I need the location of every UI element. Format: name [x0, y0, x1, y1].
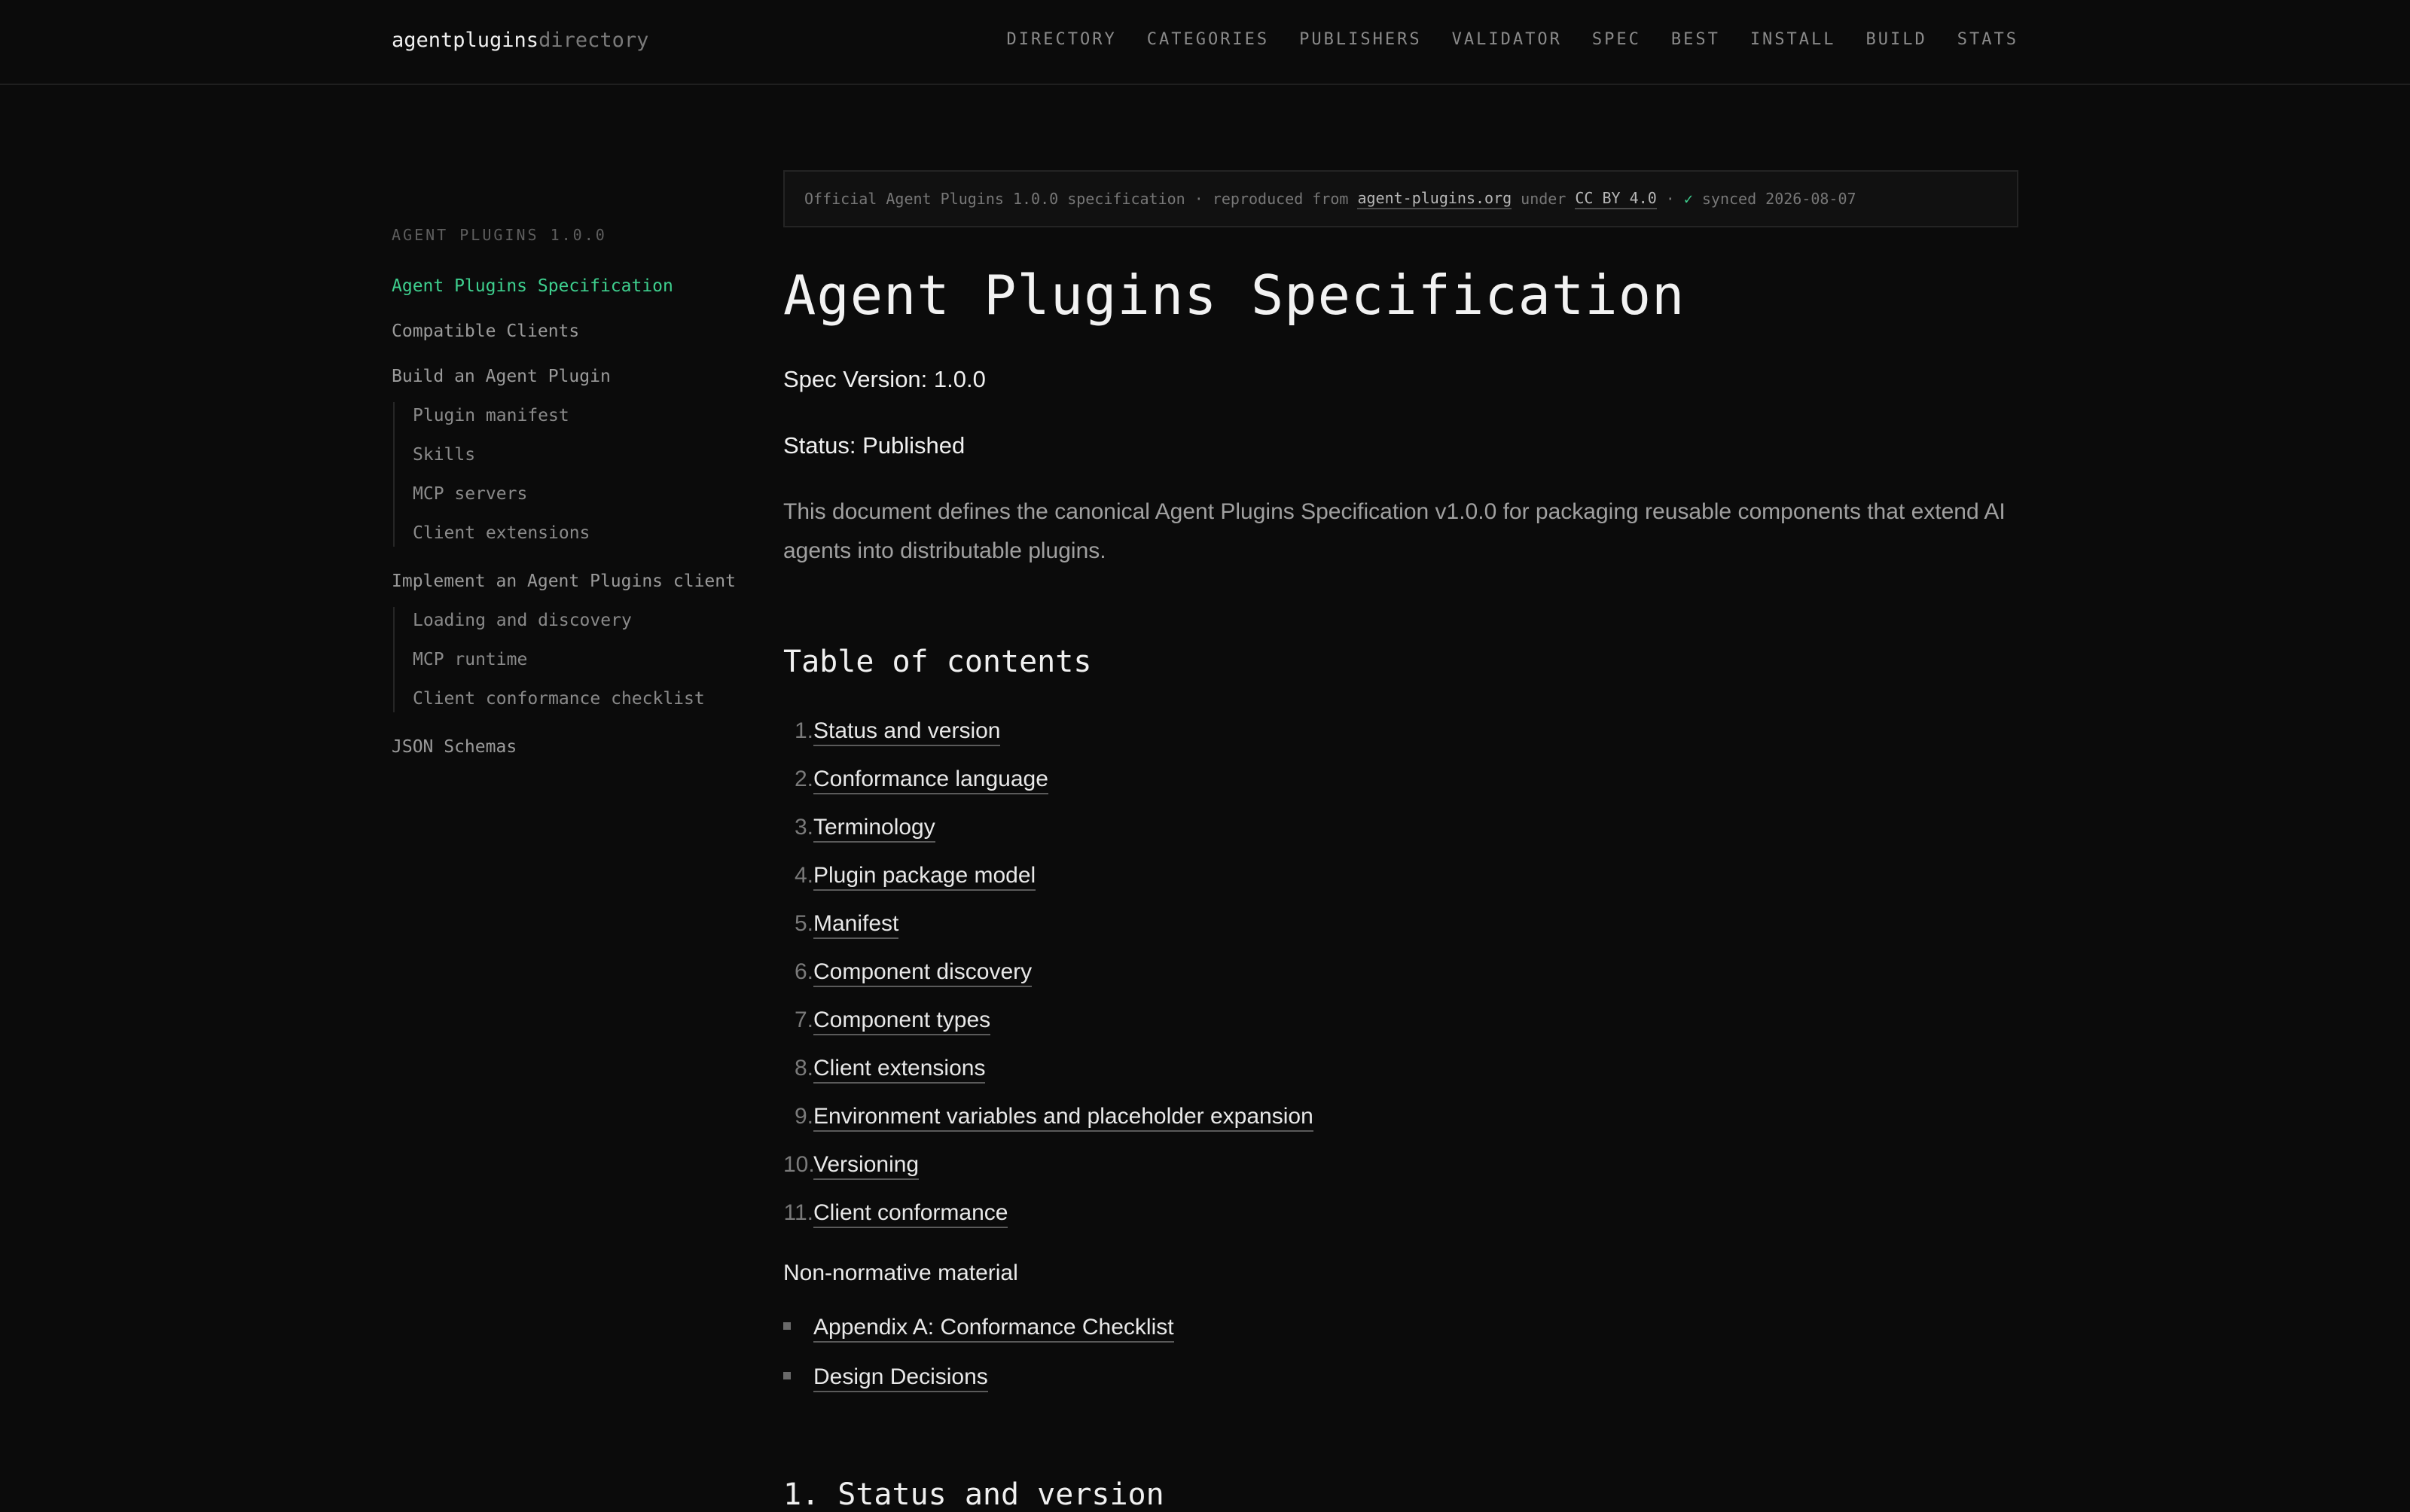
notice-prefix: Official Agent Plugins 1.0.0 specificati…: [804, 190, 1349, 208]
brand-primary: agentplugins: [392, 29, 539, 52]
docs-sidebar: AGENT PLUGINS 1.0.0 Agent Plugins Specif…: [392, 226, 738, 779]
notice-under: under: [1521, 190, 1566, 208]
sidebar-item-build[interactable]: Build an Agent Plugin: [392, 363, 738, 390]
sidebar-heading: AGENT PLUGINS 1.0.0: [392, 226, 607, 244]
toc-link-versioning[interactable]: Versioning: [813, 1152, 920, 1180]
intro-paragraph: This document defines the canonical Agen…: [783, 499, 2006, 563]
section-heading-status-version: 1. Status and version: [783, 1477, 1164, 1512]
toc-item: 9. Environment variables and placeholder …: [783, 1104, 2018, 1152]
nav-directory[interactable]: DIRECTORY: [1007, 30, 1117, 49]
spec-notice-banner: Official Agent Plugins 1.0.0 specificati…: [783, 170, 2018, 227]
toc-item: 2. Conformance language: [783, 767, 2018, 815]
toc-number: 5.: [794, 911, 813, 936]
toc-number: 11.: [783, 1200, 813, 1225]
sidebar-item-compatible-clients[interactable]: Compatible Clients: [392, 318, 738, 345]
bullet-square-icon: [783, 1372, 813, 1384]
toc-link-environment-variables[interactable]: Environment variables and placeholder ex…: [813, 1104, 1313, 1132]
nav-stats[interactable]: STATS: [1957, 30, 2018, 49]
toc-item: 1. Status and version: [783, 718, 2018, 767]
check-icon: ✓: [1683, 190, 1693, 208]
nav-best[interactable]: BEST: [1671, 30, 1720, 49]
nav-build[interactable]: BUILD: [1866, 30, 1927, 49]
toc-link-component-discovery[interactable]: Component discovery: [813, 959, 1033, 987]
toc-number: 9.: [794, 1104, 813, 1129]
toc-number: 4.: [794, 863, 813, 888]
toc-link-conformance-language[interactable]: Conformance language: [813, 767, 1048, 794]
sidebar-item-client-extensions[interactable]: Client extensions: [413, 520, 738, 547]
nav-publishers[interactable]: PUBLISHERS: [1299, 30, 1421, 49]
appendix-list: Appendix A: Conformance Checklist Design…: [783, 1315, 2018, 1414]
nav-spec[interactable]: SPEC: [1592, 30, 1641, 49]
toc-link-terminology[interactable]: Terminology: [813, 815, 935, 843]
sidebar-item-conformance-checklist[interactable]: Client conformance checklist: [413, 685, 738, 712]
toc-number: 7.: [794, 1007, 813, 1032]
spec-status: Status: Published: [783, 432, 966, 459]
sidebar-group-implement: Loading and discovery MCP runtime Client…: [393, 607, 738, 712]
sidebar-group-build: Plugin manifest Skills MCP servers Clien…: [393, 402, 738, 547]
toc-item: 8. Client extensions: [783, 1056, 2018, 1104]
toc-item: 6. Component discovery: [783, 959, 2018, 1007]
non-normative-heading: Non-normative material: [783, 1261, 1018, 1285]
sidebar-item-implement[interactable]: Implement an Agent Plugins client: [392, 568, 738, 595]
sidebar-item-skills[interactable]: Skills: [413, 441, 738, 468]
brand-logo[interactable]: agentpluginsdirectory: [392, 29, 648, 52]
nav-categories[interactable]: CATEGORIES: [1147, 30, 1269, 49]
appendix-item: Design Decisions: [783, 1364, 2018, 1414]
toc-number: 6.: [794, 959, 813, 984]
notice-license-link[interactable]: CC BY 4.0: [1575, 189, 1657, 209]
toc-number: 8.: [794, 1056, 813, 1081]
main-content: Official Agent Plugins 1.0.0 specificati…: [783, 170, 2018, 1512]
top-nav: DIRECTORY CATEGORIES PUBLISHERS VALIDATO…: [1007, 30, 2019, 49]
toc-item: 5. Manifest: [783, 911, 2018, 959]
toc-item: 7. Component types: [783, 1007, 2018, 1056]
toc-number: 2.: [794, 767, 813, 791]
toc-list: 1. Status and version 2. Conformance langu…: [783, 718, 2018, 1248]
nav-validator[interactable]: VALIDATOR: [1452, 30, 1562, 49]
toc-link-plugin-package-model[interactable]: Plugin package model: [813, 863, 1036, 891]
appendix-link-design-decisions[interactable]: Design Decisions: [813, 1364, 988, 1392]
toc-heading: Table of contents: [783, 645, 1092, 679]
sidebar-item-mcp-runtime[interactable]: MCP runtime: [413, 646, 738, 673]
toc-number: 10.: [783, 1152, 815, 1177]
toc-item: 4. Plugin package model: [783, 863, 2018, 911]
toc-link-client-conformance[interactable]: Client conformance: [813, 1200, 1008, 1228]
toc-number: 3.: [794, 815, 813, 840]
bullet-square-icon: [783, 1322, 813, 1334]
notice-synced: synced 2026-08-07: [1701, 190, 1856, 208]
toc-item: 11. Client conformance: [783, 1200, 2018, 1248]
notice-source-link[interactable]: agent-plugins.org: [1357, 189, 1512, 209]
sidebar-item-plugin-manifest[interactable]: Plugin manifest: [413, 402, 738, 429]
appendix-item: Appendix A: Conformance Checklist: [783, 1315, 2018, 1364]
page-title: Agent Plugins Specification: [783, 264, 1685, 327]
toc-item: 10. Versioning: [783, 1152, 2018, 1200]
toc-item: 3. Terminology: [783, 815, 2018, 863]
brand-secondary: directory: [538, 29, 649, 52]
notice-separator: ·: [1665, 190, 1675, 208]
toc-link-status-version[interactable]: Status and version: [813, 718, 1001, 746]
spec-version: Spec Version: 1.0.0: [783, 366, 986, 392]
toc-link-manifest[interactable]: Manifest: [813, 911, 899, 939]
sidebar-item-specification[interactable]: Agent Plugins Specification: [392, 273, 738, 300]
toc-number: 1.: [794, 718, 813, 743]
appendix-link-conformance-checklist[interactable]: Appendix A: Conformance Checklist: [813, 1315, 1174, 1343]
top-header: agentpluginsdirectory DIRECTORY CATEGORI…: [0, 0, 2410, 85]
nav-install[interactable]: INSTALL: [1750, 30, 1836, 49]
sidebar-item-json-schemas[interactable]: JSON Schemas: [392, 733, 738, 761]
toc-link-component-types[interactable]: Component types: [813, 1007, 991, 1035]
sidebar-item-loading-discovery[interactable]: Loading and discovery: [413, 607, 738, 634]
sidebar-item-mcp-servers[interactable]: MCP servers: [413, 480, 738, 508]
toc-link-client-extensions[interactable]: Client extensions: [813, 1056, 986, 1084]
